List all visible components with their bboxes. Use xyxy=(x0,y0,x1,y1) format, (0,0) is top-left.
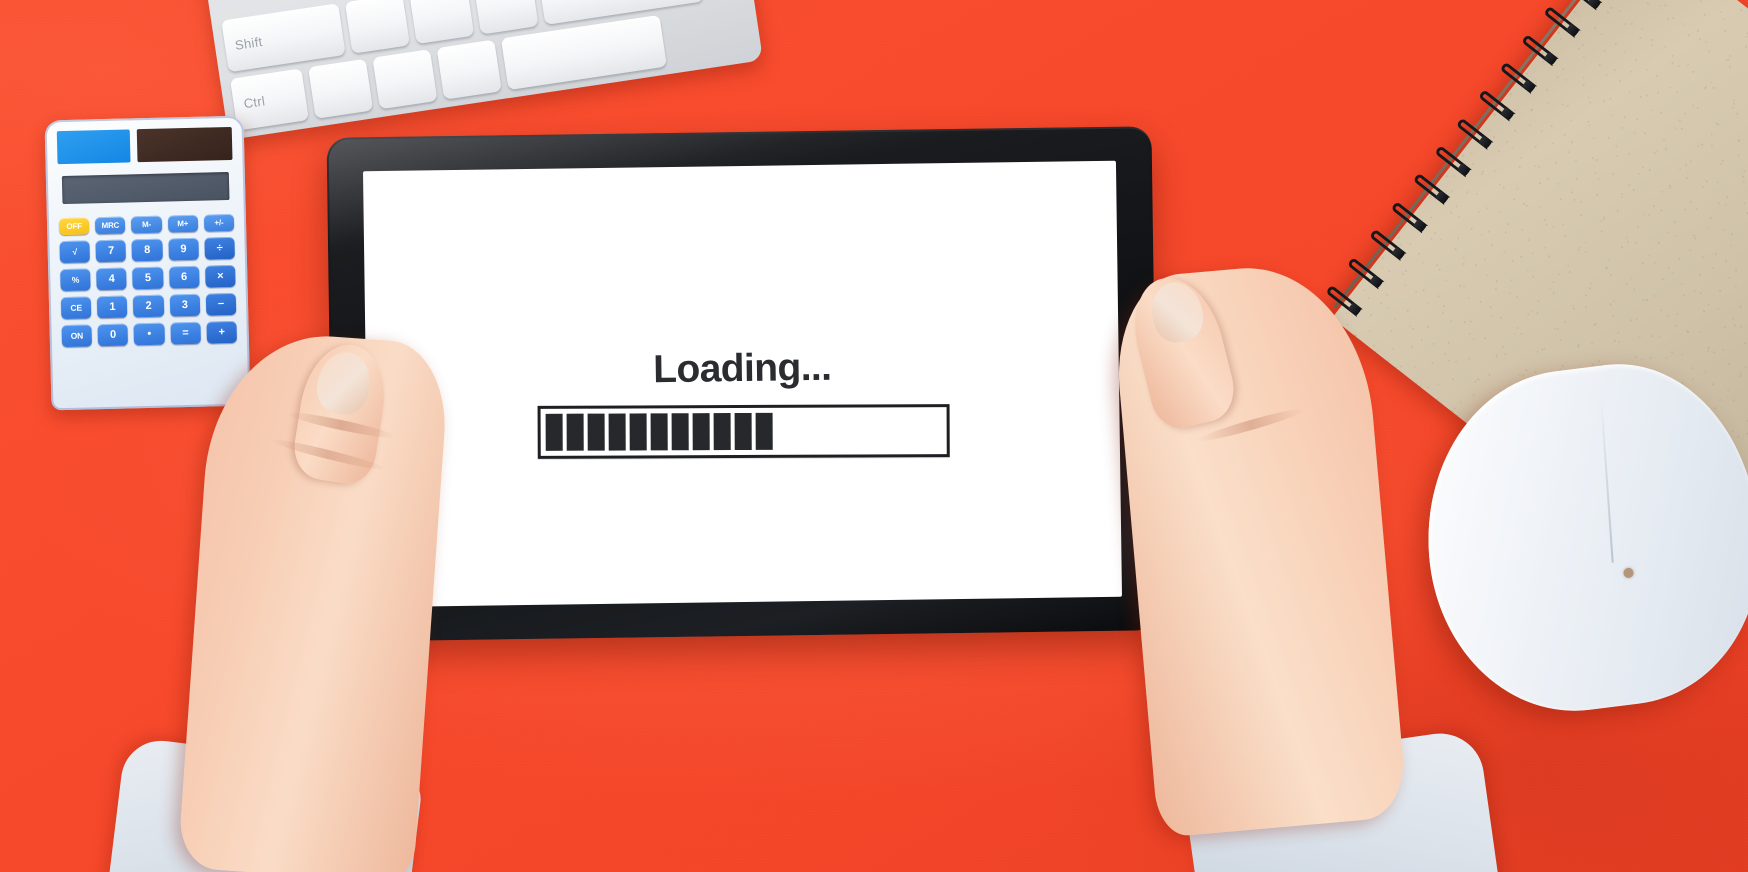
key-blank-7[interactable] xyxy=(436,39,502,100)
calc-key-2[interactable]: 2 xyxy=(133,294,164,318)
tablet-screen[interactable]: Loading... xyxy=(362,160,1123,608)
calc-key-plus[interactable]: + xyxy=(206,320,237,344)
mouse-sensor-dot xyxy=(1623,567,1635,579)
key-shift[interactable]: Shift xyxy=(221,3,346,73)
calc-key-ce[interactable]: CE xyxy=(60,296,92,320)
calc-key-1[interactable]: 1 xyxy=(96,295,128,319)
calc-key-sqrt[interactable]: √ xyxy=(59,240,91,264)
calc-key-4[interactable]: 4 xyxy=(96,267,128,291)
calc-key-sign[interactable]: +/- xyxy=(203,213,235,232)
calc-key-divide[interactable]: ÷ xyxy=(204,236,235,260)
calc-key-multiply[interactable]: × xyxy=(204,264,236,288)
loading-screen: Loading... xyxy=(366,344,1120,464)
loading-title: Loading... xyxy=(652,345,832,392)
calc-key-mrc[interactable]: MRC xyxy=(95,216,126,235)
mouse-button-seam xyxy=(1599,393,1614,563)
progress-segment xyxy=(587,413,605,451)
calculator-display xyxy=(61,171,230,205)
key-blank-5[interactable] xyxy=(308,58,374,119)
key-blank-2[interactable] xyxy=(409,0,475,45)
calculator-top-strip xyxy=(56,126,233,165)
calc-key-3[interactable]: 3 xyxy=(169,293,201,317)
tablet-device[interactable]: Loading... xyxy=(326,126,1159,642)
progress-segment xyxy=(566,413,584,451)
key-blank-6[interactable] xyxy=(372,49,438,110)
progress-segment xyxy=(671,413,689,451)
calc-key-on[interactable]: ON xyxy=(61,324,93,348)
calc-key-6[interactable]: 6 xyxy=(168,265,200,289)
progress-segment xyxy=(608,413,626,451)
calculator[interactable]: OFF MRC M- M+ +/- √ 7 8 9 ÷ % 4 5 6 × CE… xyxy=(44,115,251,411)
calc-key-9[interactable]: 9 xyxy=(168,237,199,261)
progress-segment xyxy=(713,413,731,451)
calc-key-equals[interactable]: = xyxy=(170,321,201,345)
key-ctrl[interactable]: Ctrl xyxy=(229,68,309,131)
key-blank-1[interactable] xyxy=(344,0,410,54)
calc-key-7[interactable]: 7 xyxy=(95,239,127,263)
progress-track xyxy=(545,412,941,451)
progress-segment xyxy=(650,413,668,451)
calc-key-m-minus[interactable]: M- xyxy=(131,215,162,234)
calc-key-off[interactable]: OFF xyxy=(58,217,90,236)
calc-key-minus[interactable]: − xyxy=(205,292,237,316)
calc-key-8[interactable]: 8 xyxy=(131,238,163,262)
calculator-solar-panel xyxy=(56,129,131,165)
calc-key-m-plus[interactable]: M+ xyxy=(167,214,199,233)
calculator-keypad: OFF MRC M- M+ +/- √ 7 8 9 ÷ % 4 5 6 × CE… xyxy=(58,213,237,348)
calc-key-0[interactable]: 0 xyxy=(97,323,129,347)
progress-segment xyxy=(734,413,752,451)
calc-key-5[interactable]: 5 xyxy=(132,266,164,290)
progress-segment xyxy=(629,413,647,451)
scene-root: Shift Ctrl OFF MRC M- M+ +/- √ 7 8 9 ÷ %… xyxy=(0,0,1748,872)
progress-segment xyxy=(545,413,563,451)
progress-segment xyxy=(755,412,773,451)
progress-bar xyxy=(537,404,950,460)
progress-segment xyxy=(692,413,710,451)
calc-key-percent[interactable]: % xyxy=(60,268,91,292)
calculator-dark-panel xyxy=(136,126,233,163)
key-blank-3[interactable] xyxy=(473,0,539,35)
calc-key-decimal[interactable]: • xyxy=(133,322,165,346)
